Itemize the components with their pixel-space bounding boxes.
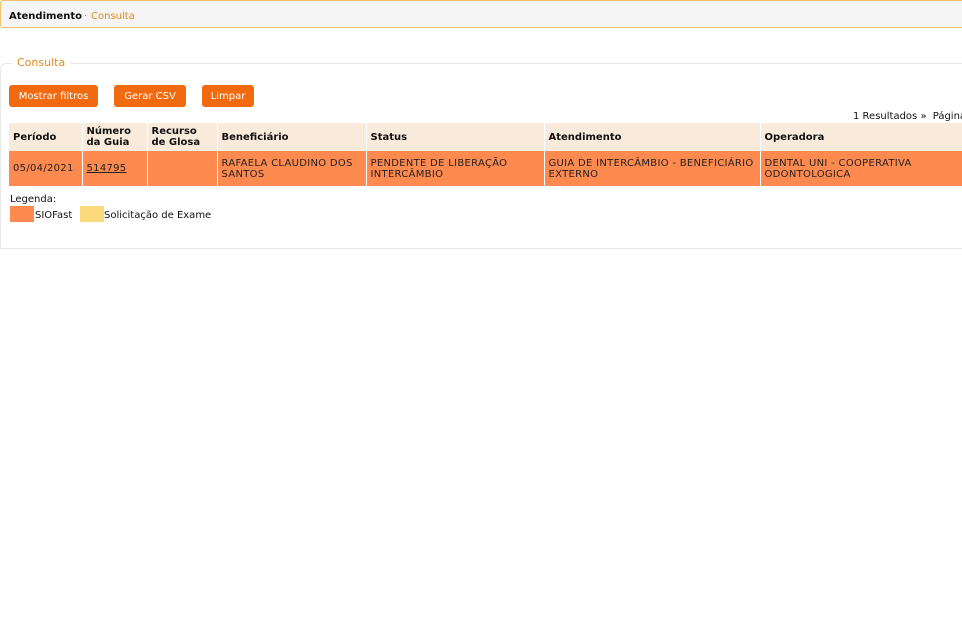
breadcrumb-current[interactable]: Consulta xyxy=(91,11,135,22)
col-operadora[interactable]: Operadora xyxy=(760,123,962,151)
guia-link[interactable]: 514795 xyxy=(87,163,127,174)
legend-swatch-siofast xyxy=(10,206,34,222)
legend-title: Legenda: xyxy=(10,194,57,205)
col-beneficiario[interactable]: Beneficiário xyxy=(217,123,367,151)
cell-operadora: DENTAL UNI - COOPERATIVA ODONTOLOGICA xyxy=(760,151,962,186)
table-row[interactable]: 05/04/2021 514795 RAFAELA CLAUDINO DOS S… xyxy=(9,151,962,186)
clear-button[interactable]: Limpar xyxy=(202,85,254,107)
results-separator: » xyxy=(920,111,927,122)
export-csv-button[interactable]: Gerar CSV xyxy=(114,85,186,107)
results-count: 1 Resultados xyxy=(853,111,918,122)
breadcrumb-separator: · xyxy=(84,11,88,22)
breadcrumb-home[interactable]: Atendimento xyxy=(9,11,82,22)
col-periodo[interactable]: Período xyxy=(9,123,83,151)
results-summary: 1 Resultados » Página xyxy=(853,111,962,122)
col-recurso-glosa[interactable]: Recurso de Glosa xyxy=(147,123,218,151)
col-numero-guia[interactable]: Número da Guia xyxy=(82,123,148,151)
col-status[interactable]: Status xyxy=(366,123,545,151)
col-atendimento[interactable]: Atendimento xyxy=(544,123,761,151)
show-filters-button[interactable]: Mostrar filtros xyxy=(9,85,98,107)
cell-atendimento: GUIA DE INTERCÂMBIO - BENEFICIÁRIO EXTER… xyxy=(544,151,761,186)
page-label: Página xyxy=(932,111,962,122)
cell-status: PENDENTE DE LIBERAÇÃO INTERCÂMBIO xyxy=(366,151,545,186)
results-table: Período Número da Guia Recurso de Glosa … xyxy=(9,123,962,186)
breadcrumb: Atendimento · Consulta xyxy=(0,0,962,28)
legend-label-siofast: SIOFast xyxy=(35,210,73,221)
cell-beneficiario: RAFAELA CLAUDINO DOS SANTOS xyxy=(217,151,367,186)
table-header-row: Período Número da Guia Recurso de Glosa … xyxy=(9,123,962,151)
cell-recurso-glosa xyxy=(147,151,218,186)
legend-label-solicitacao-exame: Solicitação de Exame xyxy=(104,210,212,221)
section-title: Consulta xyxy=(12,56,71,69)
cell-numero-guia: 514795 xyxy=(82,151,148,186)
legend-swatch-solicitacao-exame xyxy=(80,206,104,222)
cell-periodo: 05/04/2021 xyxy=(9,151,83,186)
